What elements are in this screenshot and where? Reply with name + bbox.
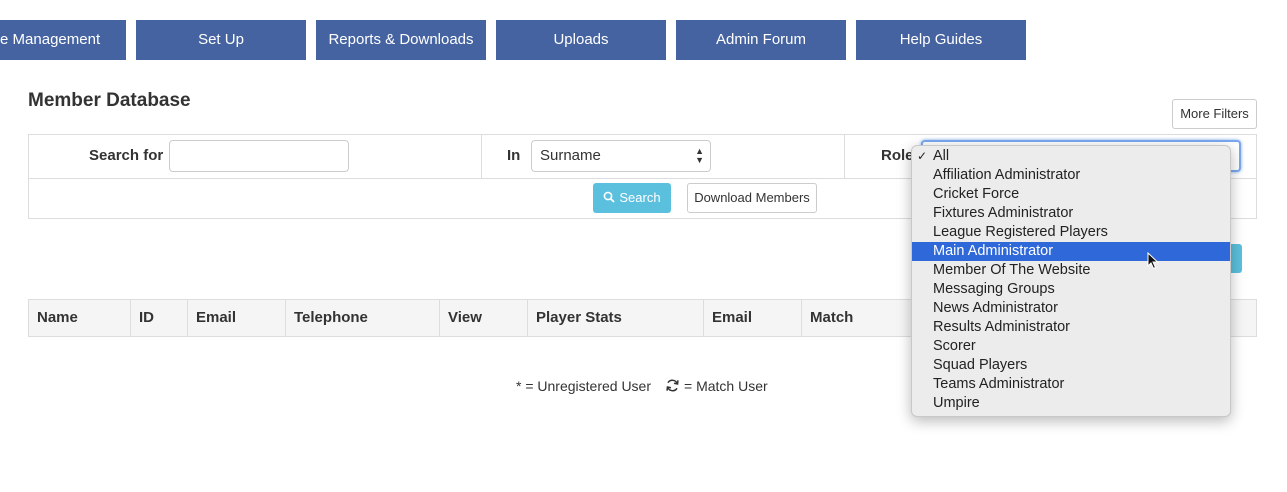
nav-help-guides[interactable]: Help Guides <box>856 20 1026 60</box>
nav-admin-forum[interactable]: Admin Forum <box>676 20 846 60</box>
role-option[interactable]: Teams Administrator <box>912 375 1230 394</box>
page-title: Member Database <box>28 90 191 111</box>
nav-uploads[interactable]: Uploads <box>496 20 666 60</box>
search-button[interactable]: Search <box>593 183 671 213</box>
search-input[interactable] <box>169 140 349 172</box>
refresh-icon <box>666 379 679 392</box>
role-option[interactable]: Umpire <box>912 394 1230 413</box>
mouse-cursor-icon <box>1147 252 1159 270</box>
checkmark-icon: ✓ <box>917 149 928 163</box>
role-option[interactable]: Messaging Groups <box>912 280 1230 299</box>
search-button-label: Search <box>619 190 661 205</box>
column-header-email[interactable]: Email <box>188 300 286 336</box>
legend-unregistered: * = Unregistered User <box>516 378 652 394</box>
search-for-label: Search for <box>89 147 164 164</box>
role-option-highlighted[interactable]: Main Administrator <box>912 242 1230 261</box>
column-header-name[interactable]: Name <box>29 300 131 336</box>
role-option[interactable]: Scorer <box>912 337 1230 356</box>
role-option[interactable]: News Administrator <box>912 299 1230 318</box>
role-option[interactable]: Squad Players <box>912 356 1230 375</box>
nav-reports-downloads[interactable]: Reports & Downloads <box>316 20 486 60</box>
column-header-telephone[interactable]: Telephone <box>286 300 440 336</box>
role-dropdown-menu: ✓ All Affiliation Administrator Cricket F… <box>911 145 1231 417</box>
column-header-player-stats[interactable]: Player Stats <box>528 300 704 336</box>
role-option[interactable]: League Registered Players <box>912 223 1230 242</box>
filter-divider <box>844 135 845 178</box>
in-select-value: Surname <box>540 147 601 164</box>
select-arrows-icon: ▲▼ <box>695 146 704 165</box>
column-header-email-2[interactable]: Email <box>704 300 802 336</box>
role-option[interactable]: Member Of The Website <box>912 261 1230 280</box>
nav-set-up[interactable]: Set Up <box>136 20 306 60</box>
role-option-label: All <box>933 148 950 164</box>
role-option[interactable]: Affiliation Administrator <box>912 166 1230 185</box>
column-header-view[interactable]: View <box>440 300 528 336</box>
role-option[interactable]: Cricket Force <box>912 185 1230 204</box>
role-option[interactable]: Fixtures Administrator <box>912 204 1230 223</box>
nav-site-management[interactable]: te Management <box>0 20 126 60</box>
more-filters-button[interactable]: More Filters <box>1172 99 1257 129</box>
role-option-all[interactable]: ✓ All <box>912 147 1230 166</box>
column-header-id[interactable]: ID <box>131 300 188 336</box>
role-option[interactable]: Results Administrator <box>912 318 1230 337</box>
in-select[interactable]: Surname ▲ ▼ <box>531 140 711 172</box>
filter-divider <box>481 135 482 178</box>
role-label: Role <box>881 147 914 164</box>
search-icon <box>603 191 616 203</box>
legend-match-user: = Match User <box>684 378 768 394</box>
download-members-button[interactable]: Download Members <box>687 183 817 213</box>
in-label: In <box>507 147 521 164</box>
